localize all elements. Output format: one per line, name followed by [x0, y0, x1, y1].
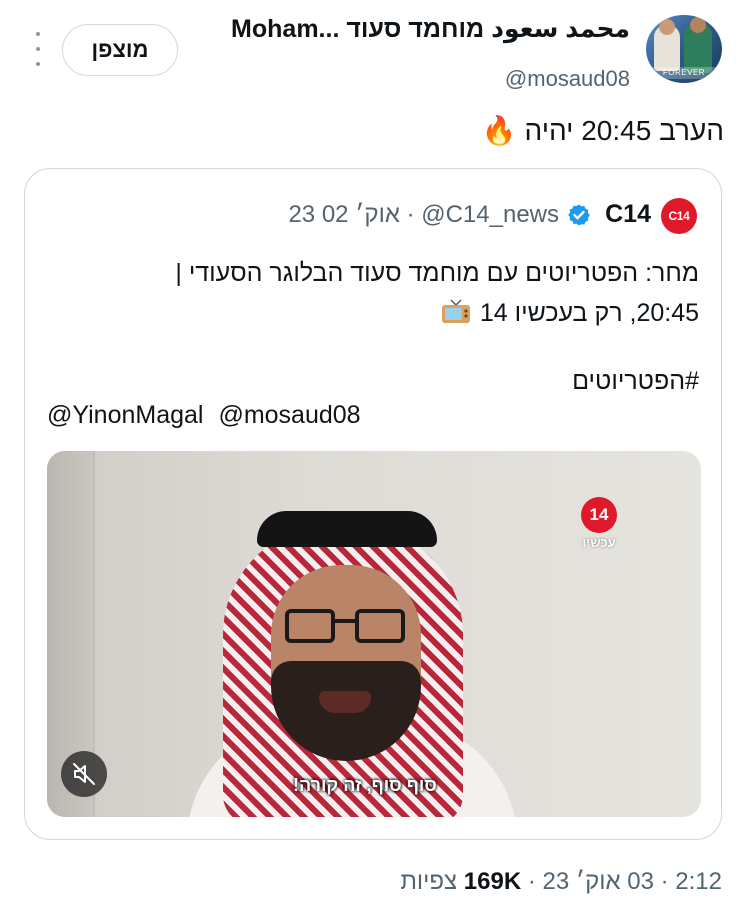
quoted-body-line2-text: 20:45, רק בעכשיו 14 [479, 299, 699, 327]
person-glasses-left [285, 609, 335, 643]
mention-link[interactable]: @mosaud08 [218, 401, 360, 429]
person-glasses-right [355, 609, 405, 643]
avatar-head-left [659, 19, 675, 35]
follow-button[interactable]: מוצפן [62, 24, 178, 76]
separator-dot: · [653, 868, 669, 895]
quoted-meta[interactable]: 23 אוק׳ 02 · @C14_news [288, 201, 559, 229]
quoted-body-line1: מחר: הפטריוטים עם מוחמד סעוד הבלוגר הסעו… [175, 259, 699, 287]
more-dot [36, 32, 40, 36]
quoted-avatar[interactable]: C14 [661, 198, 697, 234]
person-glasses-bridge [335, 619, 355, 623]
tweet-date[interactable]: 03 אוק׳ 23 [543, 868, 654, 895]
quoted-body: מחר: הפטריוטים עם מוחמד סעוד הבלוגר הסעו… [39, 253, 699, 333]
view-count[interactable]: 169K [464, 868, 521, 895]
more-dot [36, 62, 40, 66]
tweet-time[interactable]: 2:12 [675, 868, 722, 895]
person-agal [257, 511, 437, 547]
quoted-body-line2: 20:45, רק בעכשיו 14 [39, 293, 699, 333]
tv-icon [441, 299, 470, 323]
author-avatar[interactable]: FOREVER [646, 15, 722, 83]
mention-link[interactable]: @YinonMagal [47, 401, 203, 429]
verified-icon [568, 204, 590, 226]
quoted-hashtag[interactable]: #הפטריוטים [572, 367, 699, 396]
person-mouth [319, 691, 371, 713]
more-options-icon[interactable] [30, 32, 46, 66]
author-handle[interactable]: @mosaud08 [505, 66, 630, 92]
mute-icon [73, 763, 95, 785]
mute-toggle-button[interactable] [61, 751, 107, 797]
more-dot [36, 47, 40, 51]
tweet-text: הערב 20:45 יהיה 🔥 [481, 115, 724, 146]
channel-logo: 14 [581, 497, 617, 533]
channel-subtitle: עכשיו [582, 535, 616, 550]
video-person [187, 511, 517, 817]
author-display-name[interactable]: Moham... محمد سعود מוחמד סעוד [231, 14, 630, 44]
quoted-tweet-card[interactable]: C14 C14 23 אוק׳ 02 · @C14_news מחר: הפטר… [24, 168, 722, 840]
quoted-mentions: @YinonMagal @mosaud08 [47, 401, 369, 430]
video-caption: סוף סוף, זה קורה! [293, 775, 437, 795]
video-player[interactable]: 14 עכשיו סוף סוף, זה קורה! [47, 451, 701, 817]
views-label: צפיות [400, 868, 458, 895]
separator-dot: · [521, 868, 536, 895]
quoted-author-name[interactable]: C14 [605, 200, 651, 229]
avatar-banner-text: FOREVER [650, 67, 718, 79]
avatar-head-right [690, 17, 706, 33]
tweet-footer-meta: 2:12 · 03 אוק׳ 23 · 169K צפיות [400, 868, 722, 896]
